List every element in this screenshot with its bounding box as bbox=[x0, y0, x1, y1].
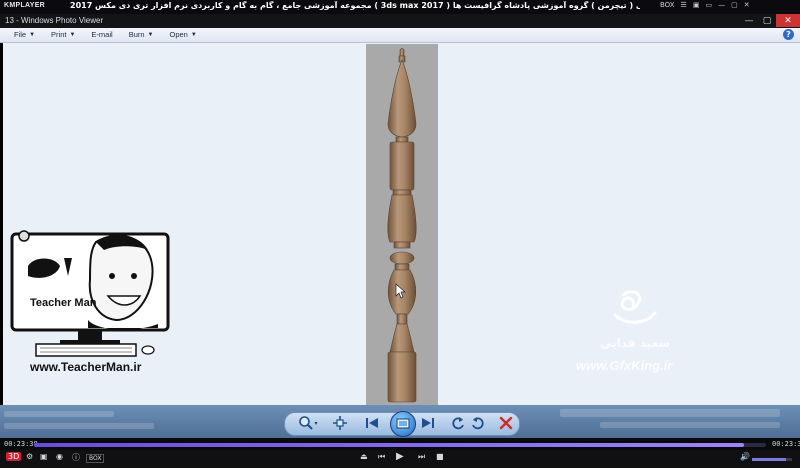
prev-track-icon[interactable]: ⏮ bbox=[378, 452, 385, 462]
record-icon[interactable]: ◉ bbox=[56, 452, 63, 461]
menu-burn[interactable]: Burn ▼ bbox=[129, 30, 154, 39]
3d-badge[interactable]: 3D bbox=[6, 452, 22, 461]
menu-file[interactable]: File ▼ bbox=[14, 30, 35, 39]
menu-burn-label: Burn bbox=[128, 30, 145, 39]
fit-window-icon bbox=[333, 416, 347, 430]
time-elapsed: 00:23:38 bbox=[4, 440, 38, 448]
info-icon[interactable]: ⓘ bbox=[72, 452, 80, 463]
eject-icon[interactable]: ⏏ bbox=[360, 452, 368, 461]
menu-open-label: Open bbox=[169, 30, 188, 39]
delete-icon bbox=[499, 416, 513, 430]
menu-items: File ▼ Print ▼ E-mail Burn ▼ Open ▼ bbox=[14, 30, 197, 39]
teacherman-monitor-icon: Teacher Man bbox=[10, 230, 170, 357]
photo-viewer-title-bar bbox=[0, 14, 800, 28]
volume-slider-fill bbox=[752, 458, 786, 461]
blurred-element bbox=[600, 422, 780, 428]
menu-icon[interactable]: ☰ bbox=[681, 1, 687, 9]
close-icon[interactable]: ✕ bbox=[744, 1, 750, 9]
maximize-icon[interactable]: ▢ bbox=[731, 1, 738, 9]
next-icon bbox=[422, 418, 434, 428]
menu-open[interactable]: Open ▼ bbox=[169, 30, 196, 39]
seek-bar-progress bbox=[34, 443, 745, 447]
settings-icon[interactable]: ⚙ bbox=[26, 452, 33, 461]
close-button[interactable]: ✕ bbox=[776, 14, 800, 27]
teacherman-logo-text: Teacher Man bbox=[30, 297, 97, 309]
menu-file-label: File bbox=[14, 30, 27, 39]
box-badge[interactable]: BOX bbox=[86, 454, 105, 463]
displayed-image bbox=[366, 44, 438, 406]
blurred-element bbox=[560, 409, 780, 417]
rotate-left-icon bbox=[452, 417, 464, 430]
wooden-baluster-render bbox=[387, 47, 417, 403]
menu-print-label: Print bbox=[51, 30, 67, 39]
rotate-right-icon bbox=[472, 417, 484, 430]
box-button[interactable]: BOX bbox=[660, 1, 675, 9]
rotate-counterclockwise-button[interactable] bbox=[450, 415, 466, 431]
menu-email[interactable]: E-mail bbox=[91, 30, 112, 39]
pip-icon[interactable]: ▣ bbox=[693, 1, 700, 9]
photo-viewer-title: 13 - Windows Photo Viewer bbox=[5, 16, 104, 25]
teacherman-url: www.TeacherMan.ir bbox=[30, 360, 142, 374]
help-icon[interactable]: ? bbox=[783, 29, 794, 40]
kmplayer-logo: KMPLAYER bbox=[4, 2, 46, 9]
menu-print[interactable]: Print ▼ bbox=[51, 30, 75, 39]
menu-email-label: E-mail bbox=[91, 30, 113, 39]
volume-icon[interactable]: 🔊 bbox=[740, 452, 750, 461]
next-button[interactable] bbox=[420, 415, 436, 431]
blurred-element bbox=[4, 423, 154, 429]
blurred-element bbox=[4, 411, 114, 417]
play-icon[interactable]: ▶ bbox=[396, 451, 404, 462]
chevron-down-icon: ▼ bbox=[29, 31, 36, 38]
next-track-icon[interactable]: ⏭ bbox=[418, 452, 425, 462]
kmplayer-video-title: مجموعه آموزشی جامع ، گام به گام و کاربرد… bbox=[70, 1, 640, 10]
previous-button[interactable] bbox=[364, 415, 380, 431]
chevron-down-icon: ▼ bbox=[147, 31, 154, 38]
gfxking-url: www.GfxKing.ir bbox=[576, 358, 673, 373]
stop-icon[interactable]: ■ bbox=[436, 452, 444, 461]
previous-icon bbox=[366, 418, 378, 428]
gfxking-author-name: سعید فدایی bbox=[600, 336, 671, 350]
zoom-dropdown-chevron-down-icon[interactable]: ▾ bbox=[312, 415, 320, 431]
chevron-down-icon: ▼ bbox=[190, 31, 197, 38]
photo-viewer-window-buttons: — ▢ ✕ bbox=[740, 14, 800, 27]
slideshow-button[interactable] bbox=[390, 411, 416, 437]
kmplayer-window-controls: BOX ☰ ▣ ▭ — ▢ ✕ bbox=[660, 1, 750, 9]
slideshow-icon bbox=[396, 418, 410, 429]
chevron-down-icon: ▼ bbox=[69, 31, 76, 38]
minimize-icon[interactable]: — bbox=[718, 1, 725, 9]
compact-icon[interactable]: ▭ bbox=[705, 1, 712, 9]
screen-icon[interactable]: ▣ bbox=[40, 452, 48, 461]
maximize-button[interactable]: ▢ bbox=[758, 14, 776, 27]
delete-button[interactable] bbox=[498, 415, 514, 431]
rotate-clockwise-button[interactable] bbox=[470, 415, 486, 431]
minimize-button[interactable]: — bbox=[740, 14, 758, 27]
actual-size-button[interactable] bbox=[332, 415, 348, 431]
time-total: 00:23:36 bbox=[772, 440, 800, 448]
teacherman-logo: Teacher Man bbox=[8, 220, 173, 360]
gfxking-logo-icon bbox=[613, 290, 657, 324]
